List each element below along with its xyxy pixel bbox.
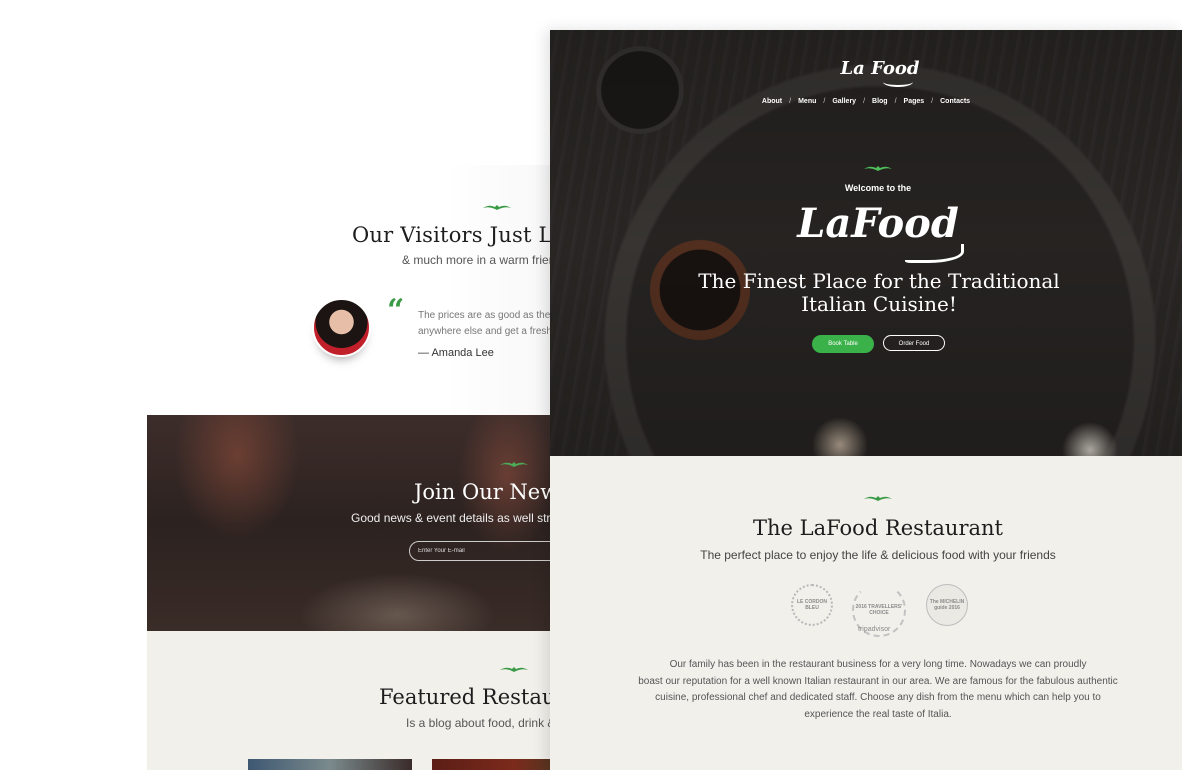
avatar xyxy=(312,298,371,357)
main-nav: About / Menu / Gallery / Blog / Pages / Contacts xyxy=(550,98,1182,105)
testimonials-subtitle: & much more in a warm friend xyxy=(402,253,563,267)
nav-item-pages[interactable]: Pages xyxy=(904,98,925,105)
about-subtitle: The perfect place to enjoy the life & de… xyxy=(700,548,1056,562)
email-field[interactable] xyxy=(409,541,567,561)
ornament-icon xyxy=(483,205,511,210)
site-logo[interactable]: La Food xyxy=(841,58,920,79)
cordon-bleu-badge: LE CORDON BLEU xyxy=(791,584,833,626)
hero-section: La Food About / Menu / Gallery / Blog / Pages / Co… xyxy=(550,30,1182,456)
about-title: The LaFood Restaurant xyxy=(753,516,1003,540)
about-section: The LaFood Restaurant The perfect place … xyxy=(550,456,1182,770)
hero-title-line: Italian Cuisine! xyxy=(801,292,957,316)
newsletter-title: Join Our New xyxy=(414,480,559,504)
quote-icon: “ xyxy=(387,293,405,328)
nav-item-menu[interactable]: Menu xyxy=(798,98,816,105)
hero-title: The Finest Place for the Traditional Ita… xyxy=(550,270,1182,316)
featured-subtitle: Is a blog about food, drink & b xyxy=(406,716,566,730)
nav-separator: / xyxy=(823,98,826,105)
post-thumbnail[interactable] xyxy=(248,759,412,770)
about-body-line: cuisine, professional chef and dedicated… xyxy=(655,692,1101,703)
about-body-line: Our family has been in the restaurant bu… xyxy=(669,659,1087,670)
nav-item-contacts[interactable]: Contacts xyxy=(940,98,970,105)
front-page-preview: La Food About / Menu / Gallery / Blog / Pages / Co… xyxy=(550,30,1182,770)
nav-item-gallery[interactable]: Gallery xyxy=(832,98,856,105)
tripadvisor-badge: 2016 TRAVELLERS' CHOICE tripadvisor xyxy=(852,583,906,637)
newsletter-subtitle: Good news & event details as well straig xyxy=(351,511,567,525)
featured-title: Featured Restaur xyxy=(379,685,566,709)
about-body-line: experience the real taste of Italia. xyxy=(804,708,952,720)
testimonial-author: — Amanda Lee xyxy=(418,347,494,359)
nav-separator: / xyxy=(894,98,897,105)
award-label: LE CORDON BLEU xyxy=(797,599,827,611)
nav-separator: / xyxy=(789,98,792,105)
book-table-button[interactable]: Book Table xyxy=(812,335,874,353)
hero-title-line: The Finest Place for the Traditional xyxy=(698,269,1060,293)
ornament-icon xyxy=(500,667,528,672)
testimonials-title: Our Visitors Just Lo xyxy=(352,223,566,247)
nav-item-about[interactable]: About xyxy=(762,98,782,105)
logo-swash xyxy=(883,77,913,87)
about-body: Our family has been in the restaurant bu… xyxy=(550,657,1182,723)
award-label: 2016 TRAVELLERS' CHOICE xyxy=(855,604,903,616)
order-food-button[interactable]: Order Food xyxy=(883,335,945,351)
about-body-line: boast our reputation for a well known It… xyxy=(638,675,1118,687)
ornament-icon xyxy=(864,496,892,501)
nav-separator: / xyxy=(931,98,934,105)
ornament-icon xyxy=(864,166,892,171)
award-label: The MICHELIN guide 2016 xyxy=(929,599,965,611)
ornament-icon xyxy=(500,462,528,467)
hero-logo: LaFood xyxy=(797,200,959,247)
hero-welcome: Welcome to the xyxy=(844,183,912,193)
michelin-badge: The MICHELIN guide 2016 xyxy=(926,584,968,626)
nav-item-blog[interactable]: Blog xyxy=(872,98,888,105)
nav-separator: / xyxy=(863,98,866,105)
award-label: tripadvisor xyxy=(858,626,891,633)
